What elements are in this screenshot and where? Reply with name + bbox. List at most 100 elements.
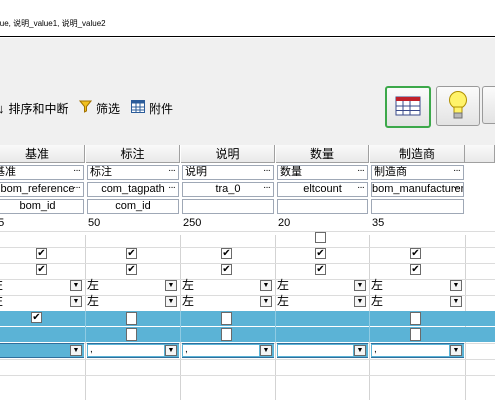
- checkbox[interactable]: ✔: [31, 312, 42, 323]
- column-header[interactable]: 说明: [181, 145, 275, 163]
- width-value[interactable]: 250: [183, 216, 275, 230]
- ellipsis-button[interactable]: ···: [263, 166, 271, 176]
- width-value[interactable]: 20: [278, 216, 369, 230]
- key-field[interactable]: [371, 199, 464, 214]
- property-field[interactable]: bom_reference ···: [0, 182, 84, 197]
- ellipsis-button[interactable]: ···: [168, 183, 176, 193]
- checkbox[interactable]: ✔: [410, 264, 421, 275]
- tips-button[interactable]: [436, 86, 480, 126]
- checkbox[interactable]: ✔: [126, 264, 137, 275]
- separator-input[interactable]: ,: [88, 345, 164, 356]
- checkbox[interactable]: ✔: [315, 248, 326, 259]
- column-header[interactable]: 基准: [0, 145, 85, 163]
- dropdown-arrow-icon[interactable]: ▼: [165, 280, 177, 291]
- dropdown-arrow-icon[interactable]: ▼: [260, 280, 272, 291]
- checkbox[interactable]: ✔: [315, 264, 326, 275]
- dropdown-arrow-icon[interactable]: ▼: [260, 296, 272, 307]
- column-label-field[interactable]: 标注 ···: [87, 165, 179, 180]
- width-value[interactable]: 35: [0, 216, 85, 230]
- align-value[interactable]: 左: [277, 295, 289, 308]
- separator-input[interactable]: [0, 345, 69, 356]
- column-label-field[interactable]: 说明 ···: [182, 165, 274, 180]
- row-separator: [0, 359, 495, 360]
- dropdown-arrow-icon[interactable]: ▼: [354, 345, 366, 356]
- ellipsis-button[interactable]: ···: [73, 166, 81, 176]
- column-header[interactable]: 制造商: [370, 145, 465, 163]
- align-value[interactable]: 左: [0, 279, 3, 292]
- dropdown-arrow-icon[interactable]: ▼: [450, 345, 462, 356]
- align-value[interactable]: 左: [182, 279, 194, 292]
- ellipsis-button[interactable]: ···: [357, 183, 365, 193]
- align-value[interactable]: 左: [0, 295, 3, 308]
- property-field[interactable]: tra_0 ···: [182, 182, 274, 197]
- checkbox[interactable]: [410, 312, 421, 325]
- separator-select[interactable]: , ▼: [87, 343, 179, 358]
- separator-input[interactable]: ,: [183, 345, 259, 356]
- checkbox[interactable]: ✔: [36, 264, 47, 275]
- separator-input[interactable]: ,: [372, 345, 449, 356]
- dropdown-arrow-icon[interactable]: ▼: [70, 296, 82, 307]
- next-toolbar-button[interactable]: [482, 86, 495, 124]
- separator-select[interactable]: ▼: [277, 343, 368, 358]
- column-properties-grid: 基准标注说明数量制造商基准···bom_reference···bom_id35…: [0, 145, 495, 400]
- align-value[interactable]: 左: [87, 279, 99, 292]
- dropdown-arrow-icon[interactable]: ▼: [260, 345, 272, 356]
- checkbox[interactable]: [221, 312, 232, 325]
- sort-label: 排序和中断: [8, 101, 69, 116]
- column-header[interactable]: 标注: [86, 145, 180, 163]
- ellipsis-button[interactable]: ···: [453, 183, 461, 193]
- property-field[interactable]: eltcount ···: [277, 182, 368, 197]
- property-field[interactable]: bom_manufacturer ···: [371, 182, 464, 197]
- key-field[interactable]: com_id: [87, 199, 179, 214]
- property-field[interactable]: com_tagpath ···: [87, 182, 179, 197]
- column-label-field[interactable]: 基准 ···: [0, 165, 84, 180]
- align-value[interactable]: 左: [182, 295, 194, 308]
- checkbox[interactable]: ✔: [221, 248, 232, 259]
- checkbox[interactable]: ✔: [221, 264, 232, 275]
- key-field[interactable]: bom_id: [0, 199, 84, 214]
- width-value[interactable]: 50: [88, 216, 180, 230]
- checkbox[interactable]: [315, 232, 326, 243]
- column-header[interactable]: 数量: [276, 145, 369, 163]
- column-label-text: 制造商: [374, 166, 407, 178]
- key-field[interactable]: [182, 199, 274, 214]
- ellipsis-button[interactable]: ···: [168, 166, 176, 176]
- ellipsis-button[interactable]: ···: [357, 166, 365, 176]
- separator-input[interactable]: [278, 345, 353, 356]
- dropdown-arrow-icon[interactable]: ▼: [450, 296, 462, 307]
- width-value[interactable]: 35: [372, 216, 465, 230]
- key-text: com_id: [115, 200, 151, 212]
- align-value[interactable]: 左: [277, 279, 289, 292]
- dropdown-arrow-icon[interactable]: ▼: [165, 345, 177, 356]
- column-label-field[interactable]: 数量 ···: [277, 165, 368, 180]
- separator-select[interactable]: , ▼: [371, 343, 464, 358]
- sort-and-break-button[interactable]: ↓ 排序和中断: [0, 99, 69, 117]
- dropdown-arrow-icon[interactable]: ▼: [354, 296, 366, 307]
- checkbox[interactable]: [126, 312, 137, 325]
- checkbox[interactable]: [221, 328, 232, 341]
- ellipsis-button[interactable]: ···: [263, 183, 271, 193]
- separator-select[interactable]: ▼: [0, 343, 84, 358]
- ellipsis-button[interactable]: ···: [73, 183, 81, 193]
- dropdown-arrow-icon[interactable]: ▼: [70, 345, 82, 356]
- table-view-button[interactable]: [385, 86, 431, 128]
- attachment-button[interactable]: 附件: [131, 99, 173, 117]
- checkbox[interactable]: ✔: [410, 248, 421, 259]
- ellipsis-button[interactable]: ···: [453, 166, 461, 176]
- align-value[interactable]: 左: [87, 295, 99, 308]
- dropdown-arrow-icon[interactable]: ▼: [165, 296, 177, 307]
- checkbox[interactable]: ✔: [36, 248, 47, 259]
- filter-button[interactable]: 筛选: [78, 99, 120, 117]
- column-label-field[interactable]: 制造商 ···: [371, 165, 464, 180]
- dropdown-arrow-icon[interactable]: ▼: [70, 280, 82, 291]
- align-value[interactable]: 左: [371, 295, 383, 308]
- checkbox[interactable]: [410, 328, 421, 341]
- checkbox[interactable]: [126, 328, 137, 341]
- dropdown-arrow-icon[interactable]: ▼: [354, 280, 366, 291]
- checkbox[interactable]: ✔: [126, 248, 137, 259]
- separator-select[interactable]: , ▼: [182, 343, 274, 358]
- key-field[interactable]: [277, 199, 368, 214]
- lightbulb-icon: [447, 90, 469, 123]
- align-value[interactable]: 左: [371, 279, 383, 292]
- dropdown-arrow-icon[interactable]: ▼: [450, 280, 462, 291]
